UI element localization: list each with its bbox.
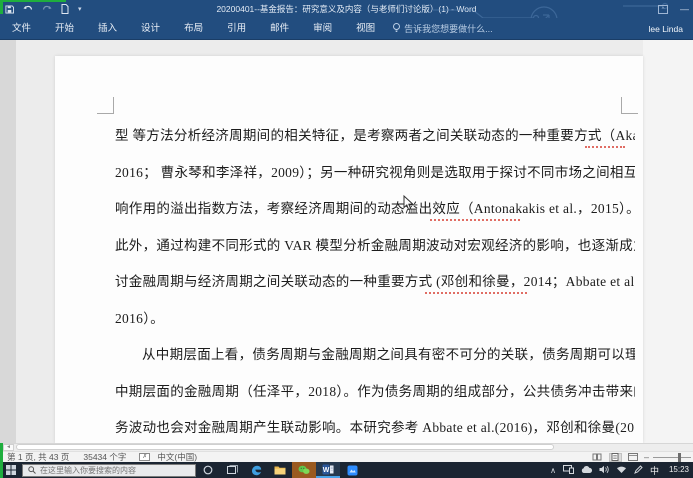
save-icon[interactable] <box>5 5 14 14</box>
start-button[interactable] <box>0 462 22 478</box>
title-bar: 20200401--基金报告：研究意义及内容（与老师们讨论版）(1) - Wor… <box>0 0 693 18</box>
ribbon-tab[interactable]: 邮件 <box>258 18 301 40</box>
search-icon <box>28 461 36 478</box>
document-line[interactable]: 此外，通过构建不同形式的 VAR 模型分析金融周期波动对宏观经济的影响，也逐渐成… <box>115 228 635 265</box>
document-line[interactable]: 型 等方法分析经济周期间的相关特征，是考察两者之间关联动态的一种重要方式（Aka… <box>115 118 635 155</box>
taskbar-search-box[interactable] <box>22 464 196 477</box>
scroll-left-button[interactable]: ◄ <box>3 444 14 451</box>
zoom-slider[interactable] <box>653 457 691 458</box>
ribbon-tabs: 文件开始插入设计布局引用邮件审阅视图 <box>0 18 387 40</box>
ribbon-tab[interactable]: 引用 <box>215 18 258 40</box>
minimize-button[interactable]: — <box>680 2 689 16</box>
meeting-app-icon[interactable] <box>340 462 364 478</box>
ribbon-tab[interactable]: 文件 <box>0 18 43 40</box>
edge-browser-icon[interactable] <box>244 462 268 478</box>
cloud-icon[interactable] <box>581 461 592 478</box>
svg-text:W: W <box>323 467 330 474</box>
ribbon-tab[interactable]: 设计 <box>129 18 172 40</box>
ime-language-indicator[interactable]: 中 <box>650 464 659 477</box>
spellcheck-squiggle <box>585 146 625 148</box>
text-boundary-cropmark-left <box>97 97 114 114</box>
redo-icon[interactable] <box>42 5 52 14</box>
system-tray: ∧ 中 15:23 <box>550 461 693 478</box>
share-border-left-top <box>0 0 3 14</box>
ribbon-tab[interactable]: 开始 <box>43 18 86 40</box>
document-line[interactable]: 务波动也会对金融周期产生联动影响。本研究参考 Abbate et al.(201… <box>115 410 635 443</box>
text-boundary-cropmark-right <box>621 97 638 114</box>
document-text-block: 型 等方法分析经济周期间的相关特征，是考察两者之间关联动态的一种重要方式（Aka… <box>115 118 635 443</box>
account-user-name[interactable]: lee Linda <box>648 24 693 34</box>
task-view-button[interactable] <box>220 462 244 478</box>
share-border-left-bottom <box>0 443 3 478</box>
ribbon-tab[interactable]: 审阅 <box>301 18 344 40</box>
lightbulb-icon <box>393 23 400 35</box>
hidden-icons-chevron[interactable]: ∧ <box>550 466 556 475</box>
ribbon-tab[interactable]: 布局 <box>172 18 215 40</box>
spellcheck-squiggle <box>430 219 520 221</box>
proofing-status-icon[interactable]: ✗ <box>139 453 150 461</box>
ribbon-tab[interactable]: 视图 <box>344 18 387 40</box>
tell-me-label: 告诉我您想要做什么... <box>404 22 493 35</box>
quick-access-toolbar: ▾ <box>5 2 82 16</box>
device-sync-icon[interactable] <box>563 461 574 478</box>
document-line[interactable]: 讨金融周期与经济周期之间关联动态的一种重要方式 (邓创和徐曼，2014；Abba… <box>115 264 635 301</box>
new-document-icon[interactable] <box>61 4 69 14</box>
document-line[interactable]: 从中期层面上看，债务周期与金融周期之间具有密不可分的关联，债务周期可以理解为 <box>115 337 635 374</box>
mouse-pointer <box>403 195 414 211</box>
workspace-right-margin <box>643 40 693 443</box>
horizontal-scrollbar-thumb[interactable] <box>16 444 554 450</box>
taskbar-clock[interactable]: 15:23 <box>666 462 689 478</box>
document-line[interactable]: 2016； 曹永琴和李泽祥，2009）；另一种研究视角则是选取用于探讨不同市场之… <box>115 155 635 192</box>
taskbar: W ∧ 中 15:23 <box>0 462 693 478</box>
search-input[interactable] <box>40 466 190 475</box>
window-title: 20200401--基金报告：研究意义及内容（与老师们讨论版）(1) - Wor… <box>0 0 693 18</box>
ribbon-tab-bar: 文件开始插入设计布局引用邮件审阅视图 告诉我您想要做什么... lee Lind… <box>0 18 693 40</box>
cortana-button[interactable] <box>196 462 220 478</box>
document-line[interactable]: 响作用的溢出指数方法，考察经济周期间的动态溢出效应（Antonakakis et… <box>115 191 635 228</box>
document-line[interactable]: 中期层面的金融周期（任泽平，2018）。作为债务周期的组成部分，公共债务冲击带来… <box>115 374 635 411</box>
document-workspace: 型 等方法分析经济周期间的相关特征，是考察两者之间关联动态的一种重要方式（Aka… <box>0 40 693 443</box>
pen-input-icon[interactable] <box>634 461 643 478</box>
document-line[interactable]: 2016）。 <box>115 301 635 338</box>
ribbon-display-options-icon[interactable]: ^ <box>658 5 668 14</box>
qat-customize-dropdown-icon[interactable]: ▾ <box>78 5 82 13</box>
document-page[interactable]: 型 等方法分析经济周期间的相关特征，是考察两者之间关联动态的一种重要方式（Aka… <box>55 56 643 443</box>
share-border-top <box>0 0 66 2</box>
file-explorer-icon[interactable] <box>268 462 292 478</box>
wechat-icon[interactable] <box>292 462 316 478</box>
spellcheck-squiggle <box>425 292 527 294</box>
volume-icon[interactable] <box>599 461 609 478</box>
tell-me-box[interactable]: 告诉我您想要做什么... <box>387 22 493 35</box>
undo-icon[interactable] <box>23 5 33 14</box>
word-taskbar-icon[interactable]: W <box>316 462 340 478</box>
window-controls: ^ — <box>658 2 689 16</box>
workspace-left-margin <box>0 40 16 443</box>
network-wifi-icon[interactable] <box>616 461 627 478</box>
ribbon-tab[interactable]: 插入 <box>86 18 129 40</box>
